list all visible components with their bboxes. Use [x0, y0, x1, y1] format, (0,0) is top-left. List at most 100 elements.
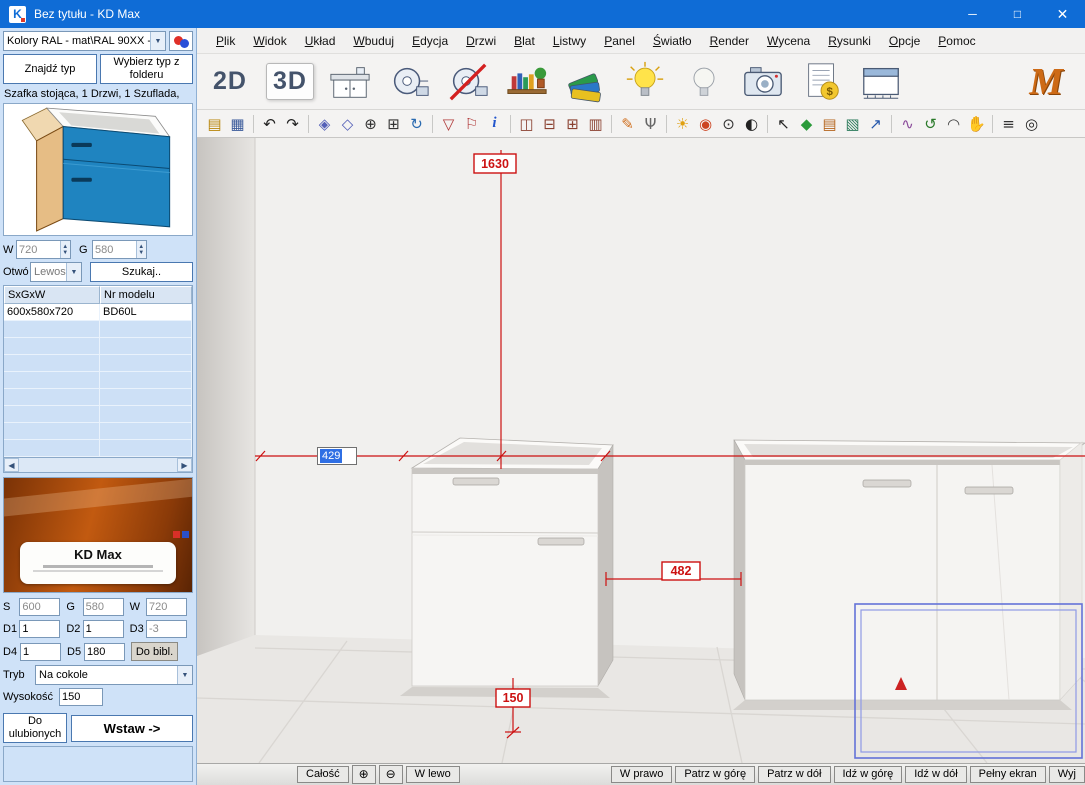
find-type-button[interactable]: Znajdź typ: [3, 54, 97, 84]
sun-icon[interactable]: ☀: [672, 113, 693, 135]
table-scrollbar[interactable]: ◀ ▶: [3, 458, 193, 473]
measure-tool-button[interactable]: [386, 59, 432, 105]
table-row[interactable]: [4, 321, 192, 338]
cursor-icon[interactable]: ↖: [773, 113, 794, 135]
param-d5-input[interactable]: [84, 643, 125, 661]
depth-input[interactable]: [93, 241, 136, 258]
scrollbar-track[interactable]: [19, 458, 177, 472]
minimize-button[interactable]: ─: [950, 0, 995, 28]
list-icon[interactable]: ≡: [998, 113, 1019, 135]
chevron-down-icon[interactable]: ▼: [150, 32, 165, 50]
table-row[interactable]: [4, 423, 192, 440]
width-stepper[interactable]: ▲▼: [16, 240, 71, 259]
search-button[interactable]: Szukaj..: [90, 262, 193, 282]
column-size[interactable]: SxGxW: [4, 286, 100, 304]
insert-button[interactable]: Wstaw ->: [71, 715, 193, 742]
param-s-input[interactable]: [19, 598, 60, 616]
fullscreen-button[interactable]: Pełny ekran: [970, 766, 1046, 783]
mode-dropdown[interactable]: Na cokole ▼: [35, 665, 193, 685]
zoom-in-icon[interactable]: ⊕: [360, 113, 381, 135]
menu-edycja[interactable]: Edycja: [403, 30, 457, 52]
hand-icon[interactable]: ✋: [966, 113, 987, 135]
pane-right-icon[interactable]: ▥: [585, 113, 606, 135]
dimension-width-input[interactable]: 429: [317, 447, 357, 465]
go-up-button[interactable]: Idź w górę: [834, 766, 903, 783]
contrast-icon[interactable]: ◐: [741, 113, 762, 135]
eye-icon[interactable]: ◎: [1021, 113, 1042, 135]
undo-icon[interactable]: ↶: [259, 113, 280, 135]
zoom-in-button[interactable]: ⊕: [352, 765, 376, 784]
opening-side-dropdown[interactable]: Lewost ▼: [30, 262, 82, 282]
color-picker-button[interactable]: [169, 31, 193, 51]
exit-button[interactable]: Wyj: [1049, 766, 1085, 783]
light-button[interactable]: [681, 59, 727, 105]
zoom-area-icon[interactable]: ⊙: [718, 113, 739, 135]
param-g-input[interactable]: [83, 598, 124, 616]
close-button[interactable]: ✕: [1040, 0, 1085, 28]
table-row[interactable]: [4, 338, 192, 355]
viewport[interactable]: 1630 482 150 429: [197, 138, 1085, 763]
table-row[interactable]: [4, 440, 192, 457]
table-row[interactable]: [4, 389, 192, 406]
cabinet-tool-button[interactable]: [327, 59, 373, 105]
refresh-icon[interactable]: ↻: [406, 113, 427, 135]
colors-button[interactable]: [563, 59, 609, 105]
zoom-out-button[interactable]: ⊖: [379, 765, 403, 784]
open-folder-icon[interactable]: ▤: [204, 113, 225, 135]
param-d2-input[interactable]: [83, 620, 124, 638]
library-icon[interactable]: ▤: [819, 113, 840, 135]
fit-view-button[interactable]: Całość: [297, 766, 349, 783]
pencil-icon[interactable]: ✎: [617, 113, 638, 135]
choose-type-button[interactable]: Wybierz typ z folderu: [100, 54, 193, 84]
render-button[interactable]: [740, 59, 786, 105]
width-input[interactable]: [17, 241, 60, 258]
measure-off-button[interactable]: [445, 59, 491, 105]
table-row[interactable]: 600x580x720 BD60L: [4, 304, 192, 321]
save-icon[interactable]: ▦: [227, 113, 248, 135]
pick-arrow-icon[interactable]: ↗: [865, 113, 886, 135]
spinner-icons[interactable]: ▲▼: [60, 241, 70, 258]
light-on-button[interactable]: [622, 59, 668, 105]
look-up-button[interactable]: Patrz w górę: [675, 766, 755, 783]
results-table[interactable]: SxGxW Nr modelu 600x580x720 BD60L: [3, 285, 193, 458]
material-icon[interactable]: ▧: [842, 113, 863, 135]
menu-render[interactable]: Render: [701, 30, 758, 52]
param-d1-input[interactable]: [19, 620, 60, 638]
rotate-icon[interactable]: ↺: [920, 113, 941, 135]
table-row[interactable]: [4, 372, 192, 389]
menu-plik[interactable]: Plik: [207, 30, 244, 52]
plinth-height-input[interactable]: [59, 688, 103, 706]
pan-right-button[interactable]: W prawo: [611, 766, 672, 783]
furnishing-button[interactable]: [504, 59, 550, 105]
render-dot-icon[interactable]: ◉: [695, 113, 716, 135]
wire-box-icon[interactable]: ◇: [337, 113, 358, 135]
menu-uklad[interactable]: Układ: [296, 30, 345, 52]
zoom-window-icon[interactable]: ⊞: [383, 113, 404, 135]
menu-wycena[interactable]: Wycena: [758, 30, 819, 52]
param-d4-input[interactable]: [20, 643, 61, 661]
table-row[interactable]: [4, 355, 192, 372]
redo-icon[interactable]: ↷: [282, 113, 303, 135]
table-row[interactable]: [4, 406, 192, 423]
go-down-button[interactable]: Idź w dół: [905, 766, 966, 783]
cabinet-right[interactable]: [733, 440, 1085, 710]
menu-rysunki[interactable]: Rysunki: [819, 30, 880, 52]
menu-blat[interactable]: Blat: [505, 30, 544, 52]
orbit-icon[interactable]: ◠: [943, 113, 964, 135]
param-d3-input[interactable]: [146, 620, 187, 638]
scroll-left-icon[interactable]: ◀: [4, 458, 19, 472]
menu-listwy[interactable]: Listwy: [544, 30, 595, 52]
menu-widok[interactable]: Widok: [244, 30, 295, 52]
funnel-icon[interactable]: ▽: [438, 113, 459, 135]
green-box-icon[interactable]: ◆: [796, 113, 817, 135]
favorites-button[interactable]: Do ulubionych: [3, 713, 67, 743]
view-3d-button[interactable]: 3D: [266, 63, 314, 100]
maximize-button[interactable]: □: [995, 0, 1040, 28]
column-model[interactable]: Nr modelu: [100, 286, 192, 304]
spinner-icons[interactable]: ▲▼: [136, 241, 146, 258]
depth-stepper[interactable]: ▲▼: [92, 240, 147, 259]
pane-bottom-icon[interactable]: ⊟: [539, 113, 560, 135]
menu-opcje[interactable]: Opcje: [880, 30, 929, 52]
menu-swiatlo[interactable]: Światło: [644, 30, 701, 52]
chevron-down-icon[interactable]: ▼: [177, 666, 192, 684]
